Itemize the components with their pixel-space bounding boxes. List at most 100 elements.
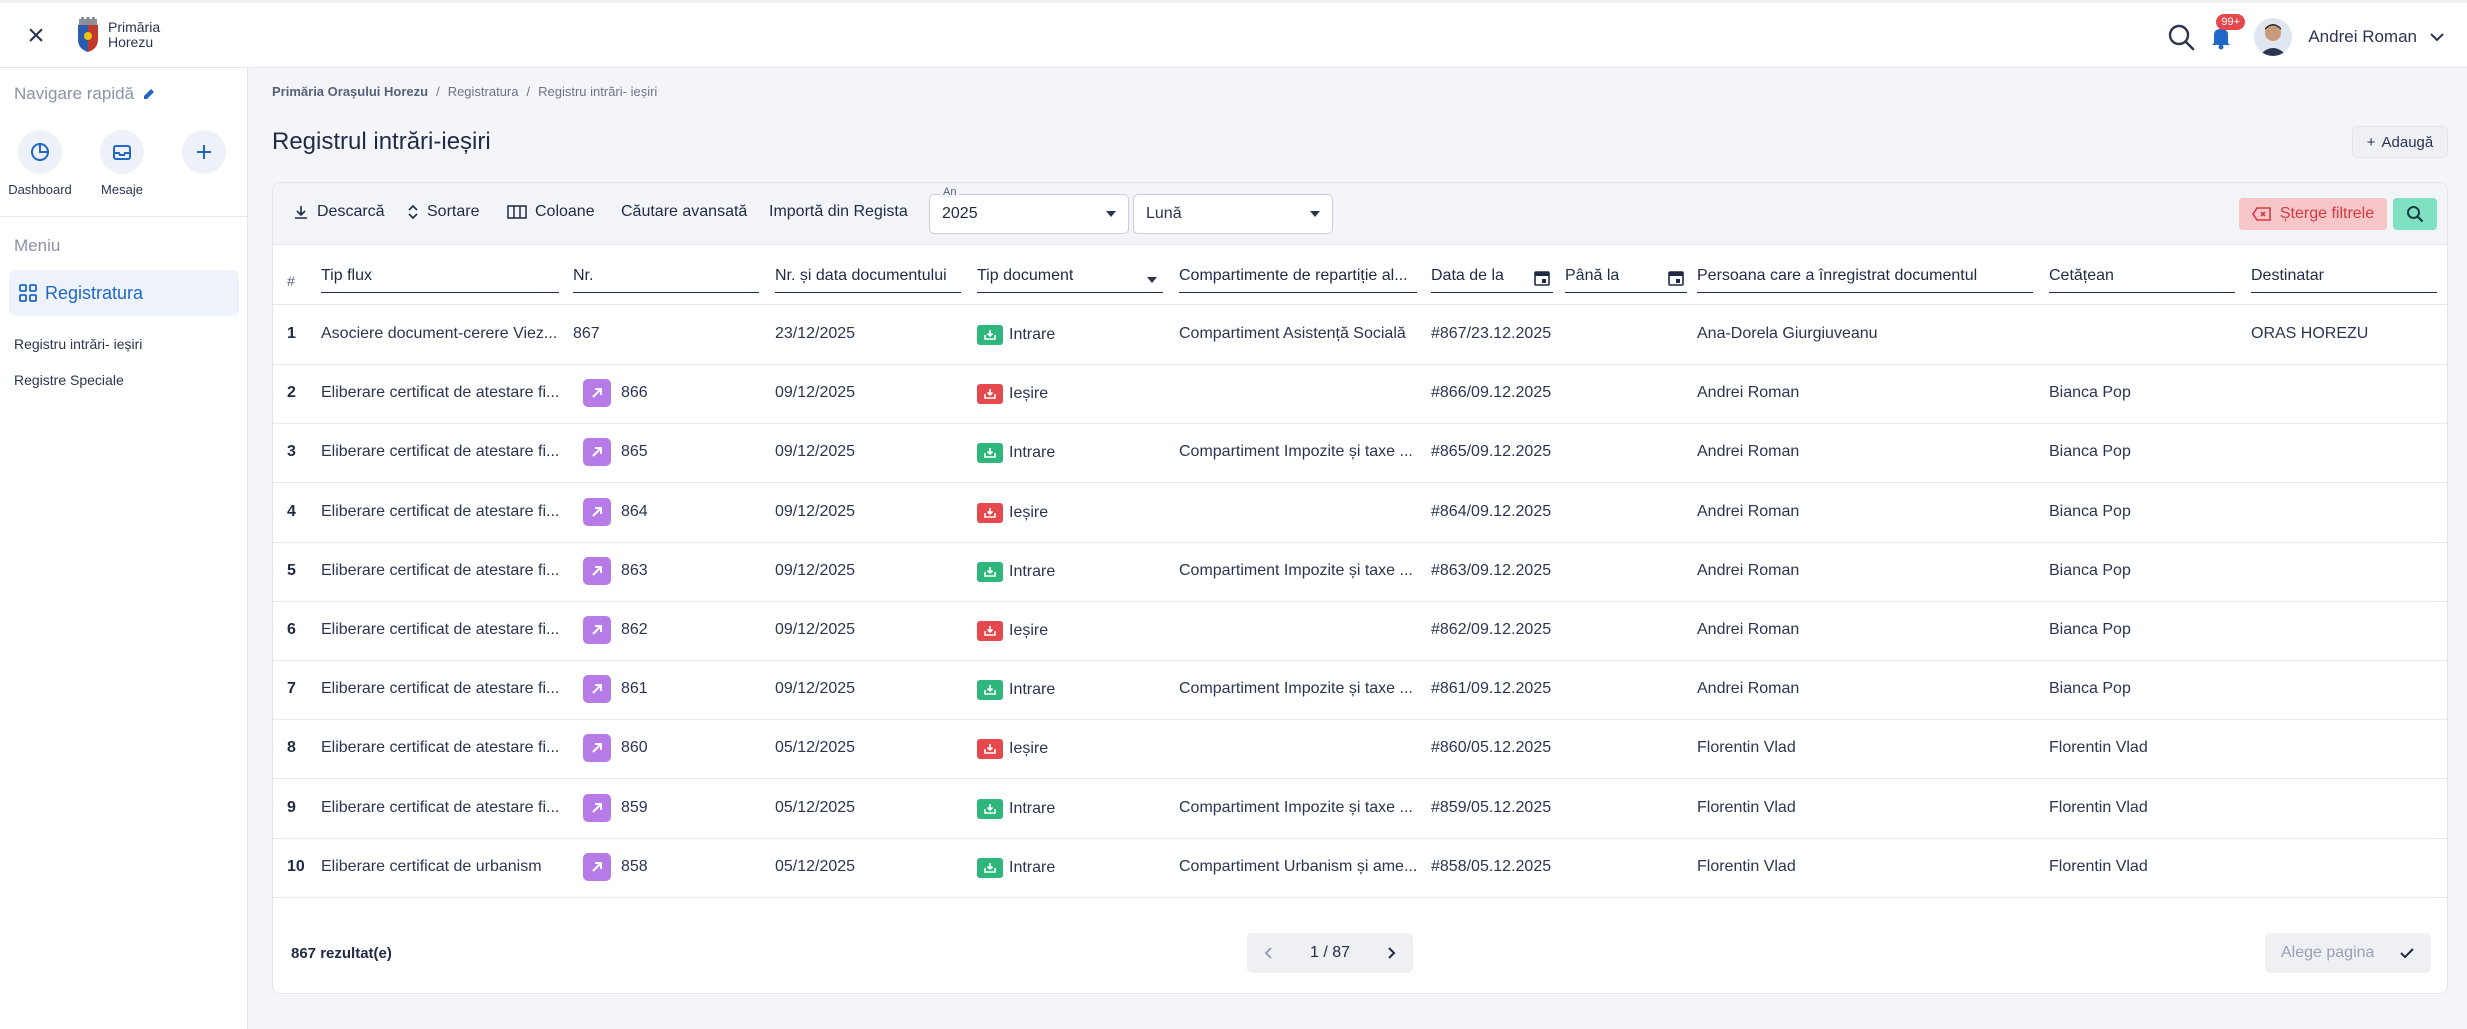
- calendar-icon[interactable]: [1533, 269, 1551, 287]
- cell-cetatean: Florentin Vlad: [2049, 798, 2148, 816]
- inbox-in-icon: [977, 443, 1003, 464]
- top-bar: × Primăria Horezu 99+ Andrei Roman: [0, 0, 2467, 68]
- cell-compartiment: Compartiment Asistență Socială: [1179, 325, 1406, 342]
- filter-destinatar[interactable]: Destinatar: [2251, 267, 2437, 293]
- table-row[interactable]: 1 Asociere document-cerere Viez... 23/12/2…: [273, 306, 2447, 365]
- cell-reference: #858/05.12.2025: [1431, 857, 1552, 875]
- table-row[interactable]: 2 Eliberare certificat de atestare fi... 0…: [273, 365, 2447, 425]
- add-button[interactable]: + Adaugă: [2352, 126, 2448, 158]
- import-button[interactable]: Importă din Regista: [769, 203, 908, 221]
- doc-type: Ieșire: [977, 739, 1048, 760]
- year-select[interactable]: An 2025: [929, 186, 1129, 234]
- table-row[interactable]: 5 Eliberare certificat de atestare fi... 0…: [273, 543, 2447, 602]
- divider: [0, 216, 248, 217]
- chevron-down-icon[interactable]: [2429, 32, 2445, 42]
- cell-persoana: Andrei Roman: [1697, 621, 1800, 638]
- shortcut-label: Dashboard: [8, 182, 72, 197]
- columns-label: Coloane: [535, 203, 595, 220]
- cell-tip-flux: Eliberare certificat de atestare fi...: [321, 680, 559, 698]
- table-row[interactable]: 6 Eliberare certificat de atestare fi... 0…: [273, 602, 2447, 661]
- table-row[interactable]: 7 Eliberare certificat de atestare fi... 0…: [273, 661, 2447, 721]
- breadcrumb-item[interactable]: Registratura: [448, 84, 519, 99]
- sidebar-item-registratura[interactable]: Registratura: [9, 270, 239, 316]
- doc-type-label: Intrare: [1009, 681, 1056, 699]
- filter-nr-data[interactable]: Nr. și data documentului: [775, 267, 961, 293]
- calendar-icon[interactable]: [1667, 269, 1685, 287]
- edit-icon[interactable]: [142, 87, 156, 101]
- filter-nr[interactable]: Nr.: [573, 267, 759, 293]
- table-row[interactable]: 8 Eliberare certificat de atestare fi... 0…: [273, 720, 2447, 780]
- cell-compartiment: Compartiment Impozite și taxe ...: [1179, 561, 1413, 579]
- cell-nr: 867: [573, 325, 600, 342]
- filter-cetatean[interactable]: Cetățean: [2049, 267, 2235, 293]
- inbox-in-icon: [977, 857, 1003, 878]
- filter-pana-la[interactable]: Până la: [1565, 267, 1687, 293]
- open-flow-icon[interactable]: [583, 675, 611, 704]
- row-number: 5: [287, 561, 296, 579]
- cell-cetatean: Bianca Pop: [2049, 680, 2131, 698]
- filter-data-de-la[interactable]: Data de la: [1431, 267, 1553, 293]
- pick-page-placeholder: Alege pagina: [2281, 944, 2375, 961]
- cell-nr: 865: [621, 443, 648, 461]
- doc-type-label: Ieșire: [1009, 385, 1049, 403]
- logo[interactable]: Primăria Horezu: [74, 17, 160, 53]
- advanced-search-button[interactable]: Căutare avansată: [621, 203, 747, 221]
- breadcrumb-item[interactable]: Primăria Orașului Horezu: [272, 84, 428, 99]
- cell-date: 05/12/2025: [775, 798, 856, 816]
- open-flow-icon[interactable]: [583, 852, 611, 881]
- open-flow-icon[interactable]: [583, 734, 611, 763]
- close-icon[interactable]: ×: [22, 21, 50, 51]
- shortcut-dashboard[interactable]: Dashboard: [0, 130, 80, 197]
- table-row[interactable]: 4 Eliberare certificat de atestare fi... 0…: [273, 484, 2447, 543]
- sidebar-link-registru[interactable]: Registru intrări- ieșiri: [14, 336, 142, 352]
- shortcut-add[interactable]: [164, 130, 244, 174]
- search-icon[interactable]: [2166, 22, 2196, 52]
- check-icon[interactable]: [2399, 947, 2415, 959]
- filter-compartimente[interactable]: Compartimente de repartiție al...: [1179, 267, 1417, 293]
- open-flow-icon[interactable]: [583, 438, 611, 467]
- table-row[interactable]: 9 Eliberare certificat de atestare fi... 0…: [273, 780, 2447, 839]
- sort-icon: [408, 204, 418, 220]
- inbox-in-icon: [977, 680, 1003, 701]
- inbox-out-icon: [977, 384, 1003, 405]
- cell-reference: #860/05.12.2025: [1431, 739, 1552, 757]
- cell-cetatean: Bianca Pop: [2049, 443, 2131, 461]
- notification-badge: 99+: [2216, 14, 2245, 30]
- doc-type: Intrare: [977, 680, 1056, 701]
- bell-icon[interactable]: 99+: [2206, 14, 2245, 52]
- chevron-right-icon[interactable]: [1387, 946, 1397, 960]
- breadcrumb-item: Registru intrări- ieșiri: [538, 84, 658, 99]
- filter-persoana[interactable]: Persoana care a înregistrat documentul: [1697, 267, 2033, 293]
- sort-button[interactable]: Sortare: [407, 203, 479, 221]
- clear-filters-button[interactable]: Șterge filtrele: [2239, 198, 2387, 230]
- open-flow-icon[interactable]: [583, 497, 611, 526]
- doc-type: Intrare: [977, 443, 1055, 464]
- columns-icon: [507, 205, 527, 219]
- inbox-out-icon: [977, 621, 1003, 641]
- user-name[interactable]: Andrei Roman: [2308, 27, 2417, 47]
- row-number: 9: [287, 798, 296, 816]
- sidebar-link-registre-speciale[interactable]: Registre Speciale: [14, 372, 124, 388]
- columns-button[interactable]: Coloane: [507, 203, 595, 221]
- filter-tip-document[interactable]: Tip document: [977, 267, 1163, 293]
- breadcrumb-separator: /: [436, 84, 440, 99]
- month-select[interactable]: Lună: [1133, 194, 1333, 234]
- search-button[interactable]: [2393, 198, 2437, 230]
- cell-date: 09/12/2025: [775, 384, 856, 402]
- cell-tip-flux: Eliberare certificat de urbanism: [321, 857, 542, 875]
- avatar[interactable]: [2254, 18, 2293, 56]
- chevron-left-icon[interactable]: [1263, 946, 1273, 960]
- open-flow-icon[interactable]: [583, 556, 611, 585]
- row-number: 2: [287, 384, 296, 402]
- open-flow-icon[interactable]: [583, 379, 611, 408]
- download-button[interactable]: Descarcă: [293, 203, 385, 221]
- table-row[interactable]: 3 Eliberare certificat de atestare fi... 0…: [273, 424, 2447, 484]
- open-flow-icon[interactable]: [583, 793, 611, 822]
- open-flow-icon[interactable]: [583, 616, 611, 644]
- shortcut-messages[interactable]: Mesaje: [82, 130, 162, 197]
- pie-chart-icon: [31, 143, 49, 161]
- filter-tip-flux[interactable]: Tip flux: [321, 267, 559, 293]
- cell-tip-flux: Eliberare certificat de atestare fi...: [321, 621, 559, 638]
- table-row[interactable]: 10 Eliberare certificat de urbanism 05/12/…: [273, 839, 2447, 898]
- pick-page-input[interactable]: Alege pagina: [2265, 933, 2431, 973]
